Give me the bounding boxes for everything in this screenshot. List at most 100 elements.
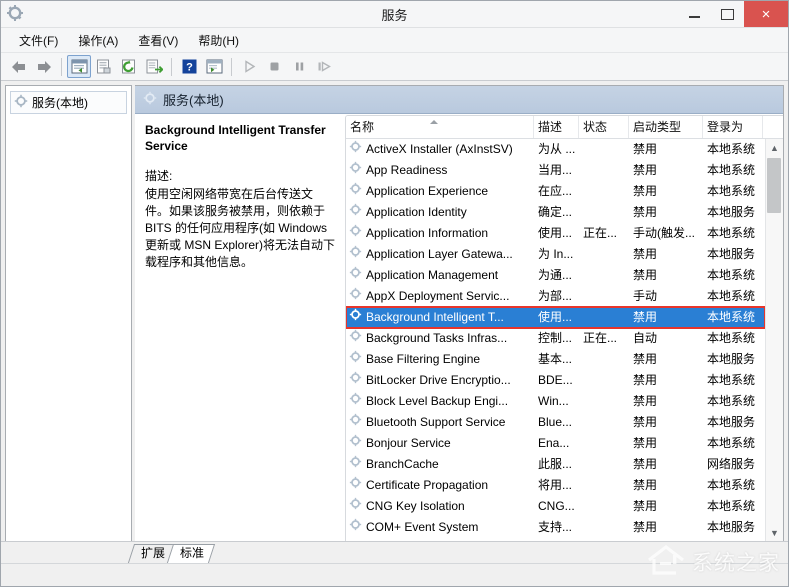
- cell-status: 正在...: [583, 226, 618, 240]
- title-bar: 服务 ×: [1, 1, 788, 28]
- service-name-label: Application Experience: [366, 184, 489, 198]
- console-tree-pane: 服务(本地): [5, 85, 132, 542]
- gear-icon: [349, 454, 362, 475]
- cell-service-name: CNG Key Isolation: [346, 496, 534, 517]
- scrollbar-track[interactable]: [766, 156, 783, 524]
- show-hide-action-pane-icon[interactable]: [202, 55, 226, 78]
- service-name-label: ActiveX Installer (AxInstSV): [366, 142, 513, 156]
- table-row[interactable]: App Readiness 当用... 禁用 本地系统: [346, 160, 765, 181]
- menu-file[interactable]: 文件(F): [9, 29, 68, 52]
- table-row[interactable]: COM+ Event System 支持... 禁用 本地服务: [346, 517, 765, 538]
- column-header-description[interactable]: 描述: [534, 116, 579, 138]
- view-tabs: 扩展 标准: [1, 541, 788, 563]
- cell-startup-type: 禁用: [633, 520, 658, 534]
- table-row[interactable]: Application Experience 在应... 禁用 本地系统: [346, 181, 765, 202]
- table-row[interactable]: Certificate Propagation 将用... 禁用 本地系统: [346, 475, 765, 496]
- maximize-button[interactable]: [711, 1, 744, 27]
- properties-icon[interactable]: [92, 55, 116, 78]
- cell-log-on-as: 本地服务: [707, 520, 756, 534]
- tab-extended-label: 扩展: [141, 546, 166, 560]
- cell-status: [579, 244, 629, 265]
- forward-arrow-icon[interactable]: [32, 55, 56, 78]
- cell-description: 将用...: [538, 478, 573, 492]
- toolbar-separator-2: [171, 57, 172, 76]
- table-row[interactable]: AppX Deployment Servic... 为部... 手动 本地系统: [346, 286, 765, 307]
- cell-description: 控制...: [538, 331, 573, 345]
- cell-service-name: Application Information: [346, 223, 534, 244]
- column-header-log-on-as[interactable]: 登录为: [703, 116, 763, 138]
- gear-icon: [349, 370, 362, 391]
- cell-startup-type: 禁用: [633, 163, 658, 177]
- table-row[interactable]: CNG Key Isolation CNG... 禁用 本地系统: [346, 496, 765, 517]
- scroll-down-arrow-icon[interactable]: ▼: [766, 524, 783, 541]
- table-row[interactable]: Bluetooth Support Service Blue... 禁用 本地服务: [346, 412, 765, 433]
- gear-icon: [349, 307, 362, 328]
- cell-description: 为从 ...: [538, 142, 576, 156]
- cell-status: 正在...: [583, 331, 618, 345]
- gear-icon: [349, 139, 362, 160]
- menu-action[interactable]: 操作(A): [68, 29, 128, 52]
- service-description-text: 使用空闲网络带宽在后台传送文件。如果该服务被禁用，则依赖于 BITS 的任何应用…: [145, 187, 336, 269]
- cell-log-on-as: 本地系统: [707, 184, 756, 198]
- scroll-up-arrow-icon[interactable]: ▲: [766, 139, 783, 156]
- gear-icon: [349, 181, 362, 202]
- cell-status: [579, 391, 629, 412]
- table-row[interactable]: Application Management 为通... 禁用 本地系统: [346, 265, 765, 286]
- cell-startup-type: 禁用: [633, 373, 658, 387]
- main-content: 服务(本地) 服务(本地) Background Intelligent Tra…: [1, 81, 788, 542]
- table-row[interactable]: Application Layer Gatewa... 为 In... 禁用 本地服务: [346, 244, 765, 265]
- scrollbar-thumb[interactable]: [767, 158, 781, 213]
- minimize-button[interactable]: [678, 1, 711, 27]
- tab-standard[interactable]: 标准: [166, 544, 216, 563]
- table-row[interactable]: Background Tasks Infras... 控制... 正在... 自动 本地…: [346, 328, 765, 349]
- cell-startup-type: 禁用: [633, 478, 658, 492]
- gear-icon: [14, 94, 28, 111]
- cell-description: 此服...: [538, 457, 573, 471]
- tree-item-services-local[interactable]: 服务(本地): [10, 91, 127, 114]
- cell-status: [579, 202, 629, 223]
- cell-log-on-as: 本地系统: [707, 142, 756, 156]
- service-detail-title: Background Intelligent Transfer Service: [145, 123, 326, 153]
- refresh-icon[interactable]: [117, 55, 141, 78]
- table-row[interactable]: Application Identity 确定... 禁用 本地服务: [346, 202, 765, 223]
- close-button[interactable]: ×: [744, 1, 788, 27]
- column-header-name[interactable]: 名称: [346, 116, 534, 138]
- table-row[interactable]: BitLocker Drive Encryptio... BDE... 禁用 本地系统: [346, 370, 765, 391]
- service-name-label: Block Level Backup Engi...: [366, 394, 509, 408]
- back-arrow-icon[interactable]: [7, 55, 31, 78]
- table-row[interactable]: Bonjour Service Ena... 禁用 本地系统: [346, 433, 765, 454]
- cell-service-name: Application Experience: [346, 181, 534, 202]
- cell-service-name: App Readiness: [346, 160, 534, 181]
- table-row[interactable]: Block Level Backup Engi... Win... 禁用 本地系统: [346, 391, 765, 412]
- svg-text:?: ?: [186, 62, 193, 74]
- table-row[interactable]: BranchCache 此服... 禁用 网络服务: [346, 454, 765, 475]
- service-name-label: App Readiness: [366, 163, 448, 177]
- cell-log-on-as: 本地系统: [707, 310, 756, 324]
- column-header-startup-type[interactable]: 启动类型: [629, 116, 703, 138]
- menu-view[interactable]: 查看(V): [128, 29, 188, 52]
- cell-startup-type: 自动: [633, 331, 658, 345]
- cell-status: [579, 265, 629, 286]
- cell-description: 使用...: [538, 310, 573, 324]
- export-list-icon[interactable]: [142, 55, 166, 78]
- results-pane: 服务(本地) Background Intelligent Transfer S…: [135, 85, 784, 542]
- stop-service-icon: [262, 55, 286, 78]
- menu-help[interactable]: 帮助(H): [188, 29, 249, 52]
- table-row[interactable]: Background Intelligent T... 使用... 禁用 本地系统: [346, 306, 765, 329]
- help-icon[interactable]: ?: [177, 55, 201, 78]
- cell-startup-type: 禁用: [633, 184, 658, 198]
- service-name-label: Base Filtering Engine: [366, 352, 481, 366]
- cell-status: [579, 139, 629, 160]
- table-row[interactable]: Base Filtering Engine 基本... 禁用 本地服务: [346, 349, 765, 370]
- table-row[interactable]: ActiveX Installer (AxInstSV) 为从 ... 禁用 本地系统: [346, 139, 765, 160]
- cell-log-on-as: 网络服务: [707, 457, 756, 471]
- cell-log-on-as: 本地系统: [707, 289, 756, 303]
- table-row[interactable]: Application Information 使用... 正在... 手动(触发..…: [346, 223, 765, 244]
- column-header-status[interactable]: 状态: [579, 116, 629, 138]
- tab-standard-label: 标准: [180, 546, 205, 560]
- show-console-tree-icon[interactable]: [67, 55, 91, 78]
- cell-log-on-as: 本地系统: [707, 394, 756, 408]
- service-name-label: Application Information: [366, 226, 489, 240]
- vertical-scrollbar[interactable]: ▲ ▼: [765, 139, 783, 541]
- cell-service-name: Application Layer Gatewa...: [346, 244, 534, 265]
